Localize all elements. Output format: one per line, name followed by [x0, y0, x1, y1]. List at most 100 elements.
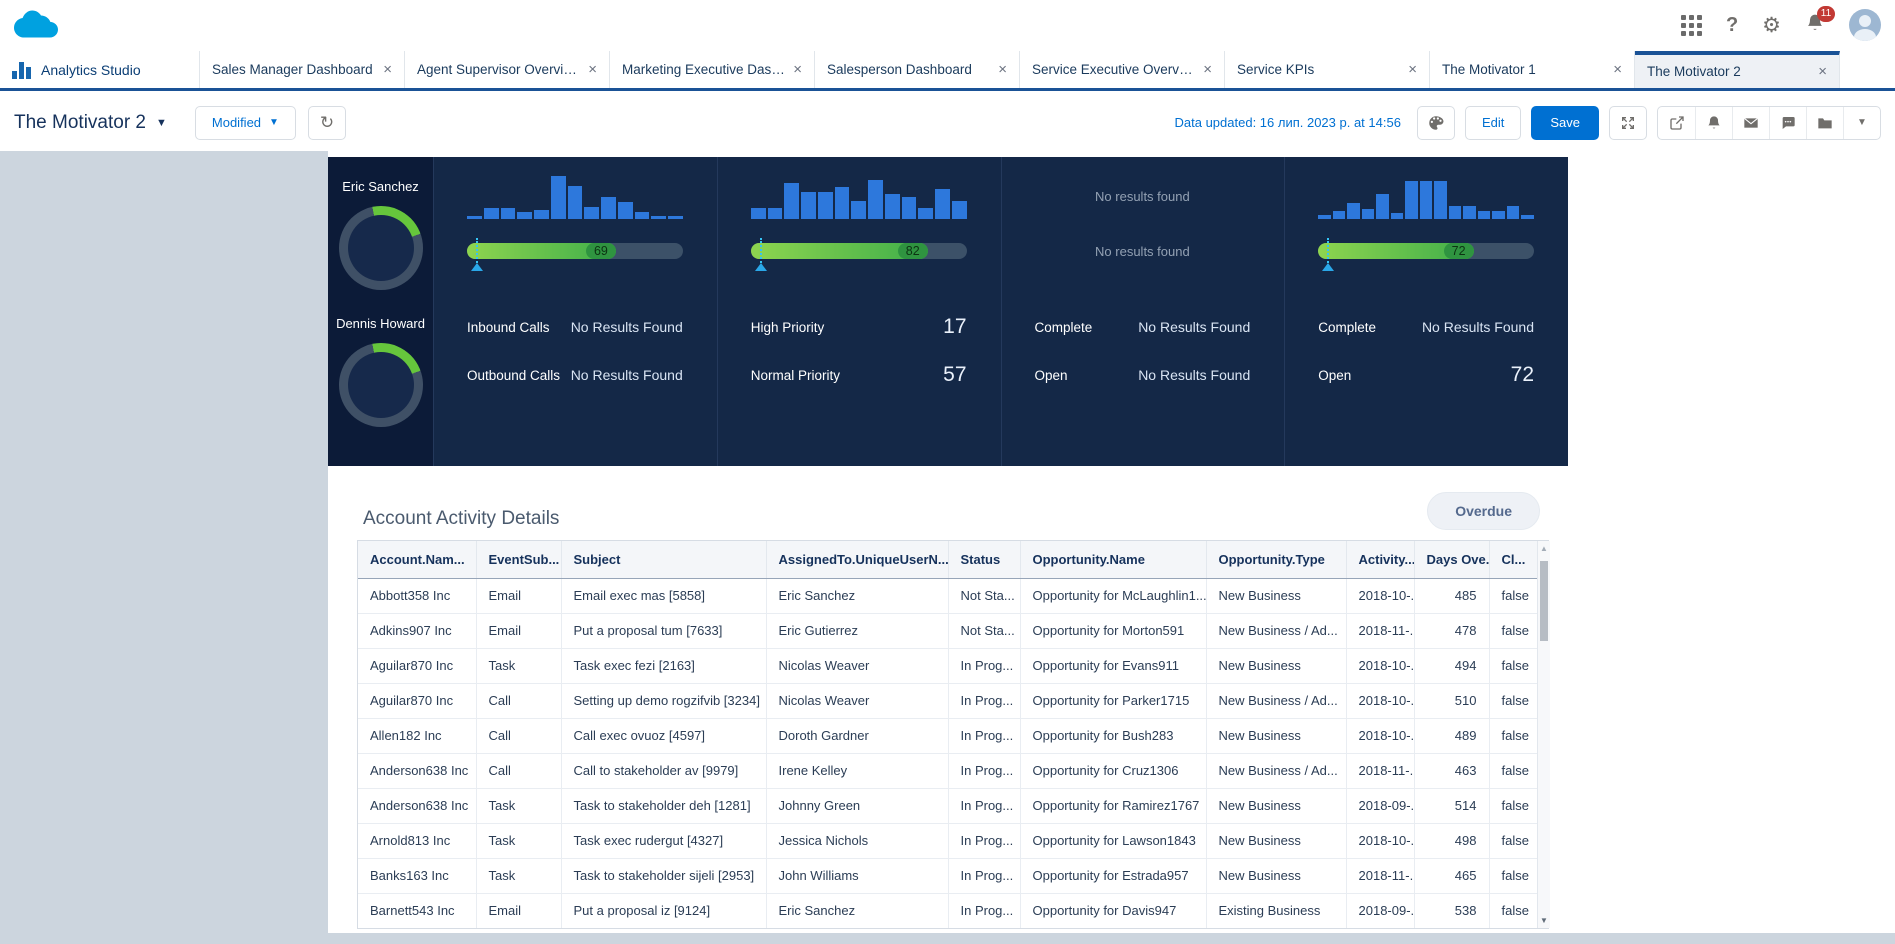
table-row[interactable]: Abbott358 Inc Email Email exec mas [5858] E… [358, 578, 1537, 614]
cell-activity-date: 2018-11-... [1346, 613, 1415, 649]
cell-days-overdue: 498 [1414, 823, 1490, 859]
more-actions-button[interactable]: ▼ [1843, 106, 1880, 139]
email-button[interactable] [1732, 106, 1769, 139]
close-tab-icon[interactable]: × [580, 61, 597, 78]
cell-days-overdue: 485 [1414, 578, 1490, 614]
table-row[interactable]: Anderson638 Inc Task Task to stakeholder d… [358, 788, 1537, 824]
edit-button[interactable]: Edit [1464, 105, 1522, 140]
cell-opportunity-name: Opportunity for Parker1715 [1020, 683, 1207, 719]
column-header-account-name[interactable]: Account.Nam... [358, 541, 477, 579]
column-header-status[interactable]: Status [948, 541, 1021, 579]
cell-event-subtype: Email [476, 893, 562, 928]
table-row[interactable]: Barnett543 Inc Email Put a proposal iz [91… [358, 893, 1537, 928]
close-tab-icon[interactable]: × [990, 61, 1007, 78]
agent-name[interactable]: Dennis Howard [328, 316, 433, 331]
close-tab-icon[interactable]: × [785, 61, 802, 78]
setup-gear-icon[interactable]: ⚙ [1762, 15, 1781, 36]
table-row[interactable]: Aguilar870 Inc Call Setting up demo rogzif… [358, 683, 1537, 719]
tab-agent-supervisor-overview[interactable]: Agent Supervisor Overview × [405, 51, 610, 88]
scroll-up-icon[interactable]: ▲ [1538, 544, 1550, 553]
cell-account-name: Adkins907 Inc [358, 613, 477, 649]
save-button[interactable]: Save [1531, 105, 1599, 140]
close-tab-icon[interactable]: × [1195, 61, 1212, 78]
fullscreen-button[interactable] [1609, 105, 1647, 140]
table-row[interactable]: Anderson638 Inc Call Call to stakeholder a… [358, 753, 1537, 789]
subscribe-button[interactable] [1695, 106, 1732, 139]
slider-handle-icon[interactable] [754, 238, 767, 271]
histogram-bar [1347, 203, 1360, 219]
histogram-bar [901, 197, 917, 219]
column-header-opportunity-name[interactable]: Opportunity.Name [1020, 541, 1207, 579]
table-row[interactable]: Banks163 Inc Task Task to stakeholder sije… [358, 858, 1537, 894]
annotations-button[interactable] [1769, 106, 1806, 139]
close-tab-icon[interactable]: × [1605, 61, 1622, 78]
app-launcher-icon[interactable] [1680, 14, 1702, 36]
move-to-folder-button[interactable] [1806, 106, 1843, 139]
cell-opportunity-name: Opportunity for Bush283 [1020, 718, 1207, 754]
histogram-bar [617, 202, 633, 219]
table-row[interactable]: Adkins907 Inc Email Put a proposal tum [76… [358, 613, 1537, 649]
histogram-bar [1376, 194, 1389, 219]
cell-event-subtype: Task [476, 823, 562, 859]
metric-value: No Results Found [1138, 367, 1251, 383]
notification-count-badge: 11 [1817, 5, 1835, 22]
cell-status: Not Sta... [948, 578, 1021, 614]
scrollbar-thumb[interactable] [1540, 561, 1548, 641]
salesforce-logo-icon [14, 9, 58, 47]
tab-the-motivator-1[interactable]: The Motivator 1 × [1430, 51, 1635, 88]
close-tab-icon[interactable]: × [1810, 63, 1827, 80]
table-row[interactable]: Arnold813 Inc Task Task exec rudergut [432… [358, 823, 1537, 859]
cell-closed: false [1489, 578, 1537, 614]
tab-sales-manager-dashboard[interactable]: Sales Manager Dashboard × [200, 51, 405, 88]
histogram-bar [500, 208, 516, 219]
metric-label: Complete [1034, 319, 1093, 335]
column-header-days-overdue[interactable]: Days Ove... [1414, 541, 1490, 579]
table-header-row: Account.Nam... EventSub... Subject Assigned… [358, 541, 1537, 579]
tab-marketing-executive-dashb[interactable]: Marketing Executive Dashb... × [610, 51, 815, 88]
tab-the-motivator-2[interactable]: The Motivator 2 × [1635, 51, 1840, 88]
target-slider[interactable]: 69 [467, 238, 683, 271]
share-button[interactable] [1658, 107, 1695, 139]
column-header-assigned-to[interactable]: AssignedTo.UniqueUserN... [766, 541, 949, 579]
dashboard-toolbar: The Motivator 2 ▼ Modified ▼ ↻ Data upda… [0, 94, 1895, 151]
modified-state-button[interactable]: Modified ▼ [194, 105, 296, 140]
table-row[interactable]: Allen182 Inc Call Call exec ovuoz [4597] Do… [358, 718, 1537, 754]
histogram-bar [834, 187, 850, 219]
table-row[interactable]: Aguilar870 Inc Task Task exec fezi [2163] N… [358, 648, 1537, 684]
slider-handle-icon[interactable] [1322, 238, 1335, 271]
tab-service-executive-overview[interactable]: Service Executive Overview × [1020, 51, 1225, 88]
cell-days-overdue: 538 [1414, 893, 1490, 928]
tab-analytics-studio[interactable]: Analytics Studio [0, 51, 200, 88]
title-caret-down-icon[interactable]: ▼ [156, 117, 167, 129]
slider-handle-icon[interactable] [471, 238, 483, 271]
cell-days-overdue: 489 [1414, 718, 1490, 754]
overdue-filter-button[interactable]: Overdue [1427, 492, 1540, 530]
column-header-opportunity-type[interactable]: Opportunity.Type [1206, 541, 1347, 579]
scroll-down-icon[interactable]: ▼ [1538, 916, 1550, 925]
histogram-bar [951, 201, 967, 219]
column-header-closed[interactable]: Cl... [1489, 541, 1537, 579]
share-icon [1669, 115, 1684, 130]
table-scrollbar[interactable]: ▲ ▼ [1537, 541, 1550, 928]
close-tab-icon[interactable]: × [1400, 61, 1417, 78]
help-icon[interactable]: ? [1726, 14, 1738, 37]
user-avatar[interactable] [1849, 9, 1881, 41]
cell-assigned-to: Johnny Green [766, 788, 949, 824]
column-header-event-subtype[interactable]: EventSub... [476, 541, 562, 579]
close-tab-icon[interactable]: × [375, 61, 392, 78]
column-header-activity-date[interactable]: Activity... [1346, 541, 1415, 579]
metric-row: Complete No Results Found [1035, 313, 1251, 341]
cell-account-name: Banks163 Inc [358, 858, 477, 894]
tab-service-kpis[interactable]: Service KPIs × [1225, 51, 1430, 88]
metric-label: Open [1034, 367, 1068, 383]
notifications-bell-icon[interactable]: 11 [1805, 5, 1835, 38]
agent-name[interactable]: Eric Sanchez [328, 179, 433, 194]
column-header-subject[interactable]: Subject [561, 541, 767, 579]
target-slider[interactable]: 82 [750, 238, 967, 271]
target-slider[interactable]: 72 [1318, 238, 1534, 271]
histogram-bar [851, 201, 866, 219]
theme-palette-button[interactable] [1416, 105, 1455, 140]
tab-salesperson-dashboard[interactable]: Salesperson Dashboard × [815, 51, 1020, 88]
refresh-button[interactable]: ↻ [307, 105, 346, 140]
cell-event-subtype: Task [476, 858, 562, 894]
